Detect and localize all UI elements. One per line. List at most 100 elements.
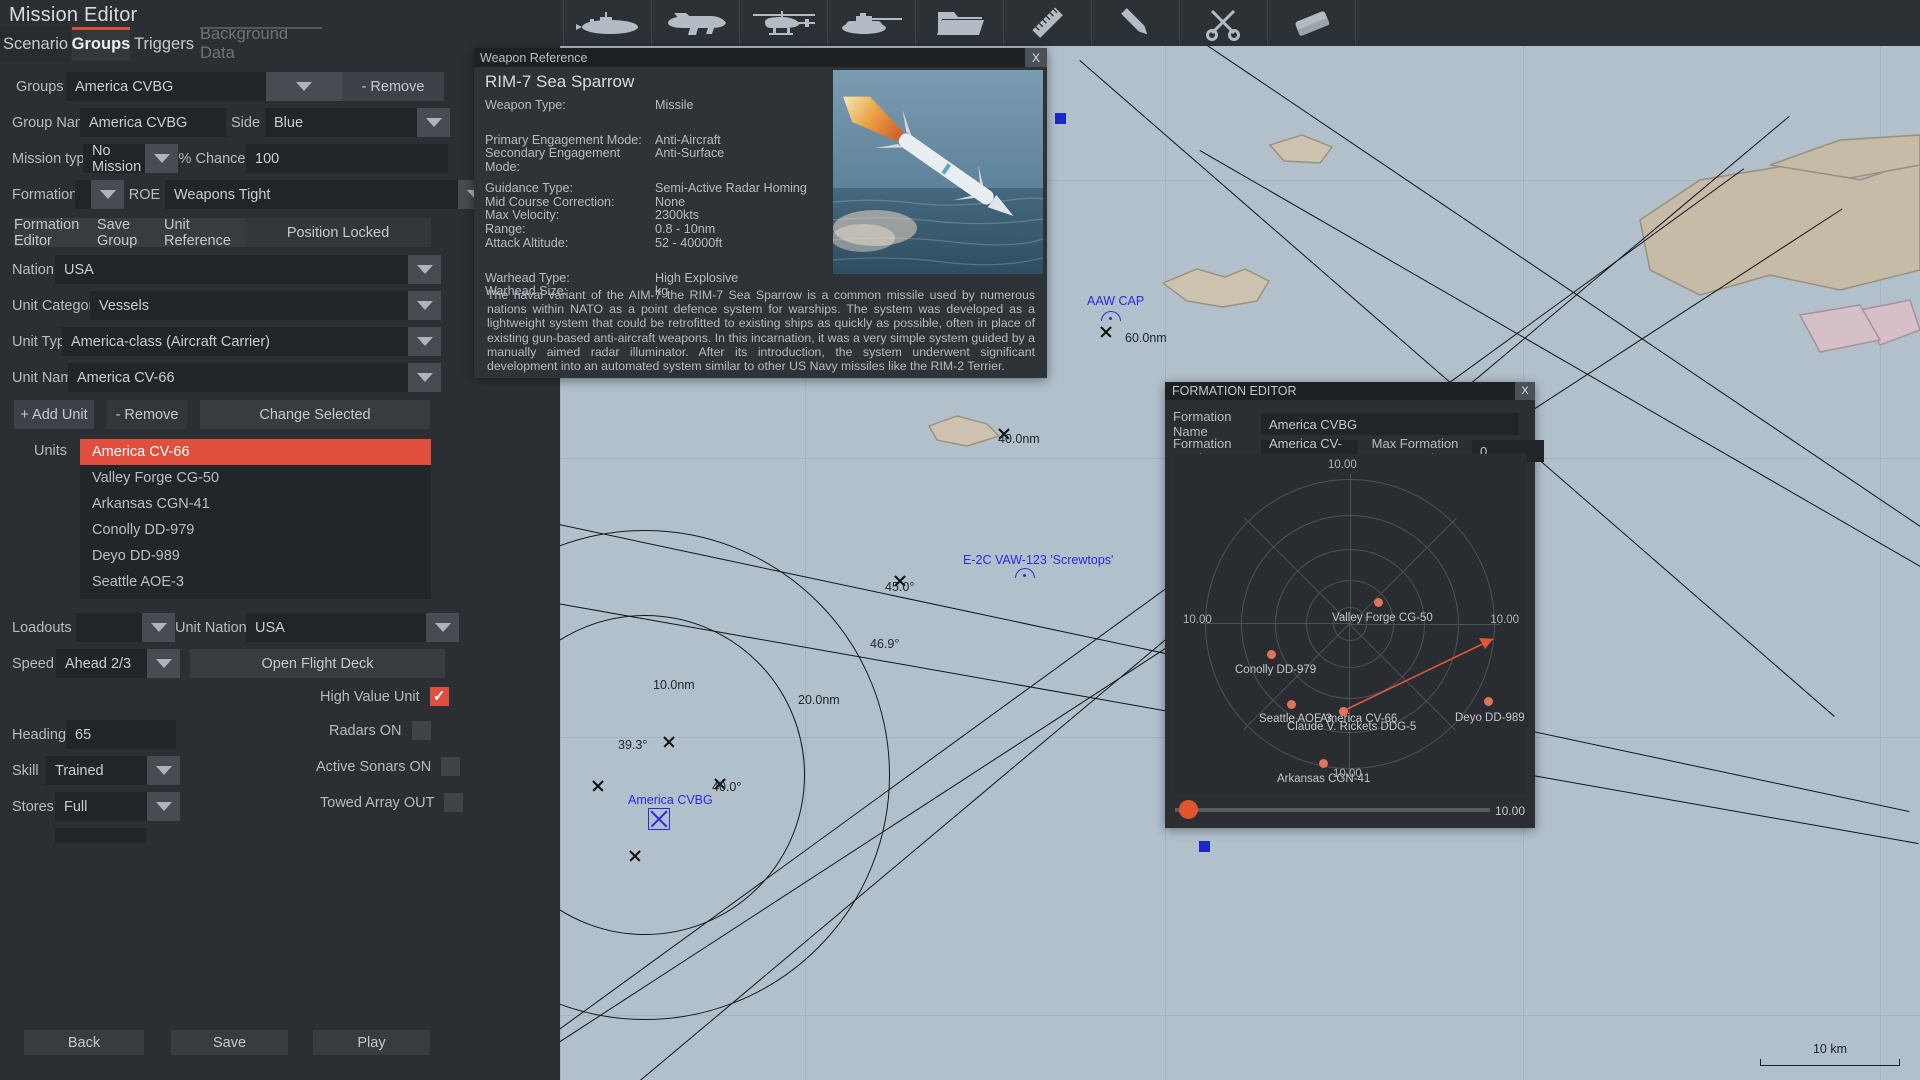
formation-dropdown-button[interactable] [91, 180, 124, 209]
waypoint-marker[interactable] [662, 735, 676, 749]
active-sonars-checkbox[interactable] [441, 757, 461, 776]
remove-group-button[interactable]: - Remove [342, 72, 444, 101]
side-dropdown-button[interactable] [417, 108, 450, 137]
scissors-icon[interactable] [1180, 0, 1268, 46]
weapon-spec-key: Secondary Engagement Mode: [485, 146, 621, 175]
unit-nation-dropdown-button[interactable] [426, 613, 459, 642]
formation-unit-dot[interactable] [1373, 597, 1383, 607]
weapon-spec-table: Weapon Type: Missile Primary Engagement Mo… [485, 98, 807, 298]
list-item[interactable]: America CV-66 [80, 439, 431, 465]
formation-name-input[interactable]: America CVBG [1261, 413, 1519, 435]
awacs-marker[interactable] [1015, 568, 1035, 578]
unit-category-dropdown-button[interactable] [408, 291, 441, 320]
formation-unit-dot[interactable] [1483, 696, 1493, 706]
list-item[interactable]: Deyo DD-989 [80, 543, 431, 569]
formation-unit-dot[interactable] [1286, 699, 1296, 709]
add-unit-button[interactable]: + Add Unit [14, 400, 94, 429]
heading-input[interactable]: 65 [66, 720, 176, 749]
map-label: 10.0nm [653, 678, 695, 692]
waypoint-marker[interactable] [591, 779, 605, 793]
units-list[interactable]: America CV-66 Valley Forge CG-50 Arkansas … [80, 439, 431, 599]
submarine-icon[interactable] [564, 0, 652, 46]
formation-zoom-slider-knob[interactable] [1179, 800, 1198, 819]
blue-unit-marker[interactable] [1199, 841, 1210, 852]
unit-type-select-value[interactable]: America-class (Aircraft Carrier) [62, 327, 408, 356]
cvbg-unit-marker[interactable] [648, 808, 670, 830]
close-icon[interactable]: X [1515, 382, 1535, 400]
towed-array-checkbox[interactable] [444, 793, 464, 812]
groups-dropdown-button[interactable] [266, 72, 342, 101]
list-item[interactable]: Conolly DD-979 [80, 517, 431, 543]
waypoint-marker[interactable] [1099, 325, 1113, 339]
blue-unit-marker[interactable] [1055, 113, 1066, 124]
play-button[interactable]: Play [313, 1030, 430, 1055]
unit-name-dropdown-button[interactable] [408, 363, 441, 392]
formation-unit-dot[interactable] [1266, 649, 1276, 659]
map-label: E-2C VAW-123 'Screwtops' [963, 553, 1114, 567]
unit-nation-select-value[interactable]: USA [246, 613, 426, 642]
group-name-input[interactable]: America CVBG [80, 108, 226, 137]
list-item[interactable]: Valley Forge CG-50 [80, 465, 431, 491]
list-item[interactable]: Seattle AOE-3 [80, 569, 431, 595]
aaw-cap-marker[interactable] [1101, 311, 1121, 321]
tab-groups[interactable]: Groups [72, 27, 130, 61]
tab-background-data[interactable]: Background Data [200, 25, 322, 62]
pen-icon[interactable] [1092, 0, 1180, 46]
back-button[interactable]: Back [24, 1030, 144, 1055]
save-button[interactable]: Save [171, 1030, 288, 1055]
tab-triggers[interactable]: Triggers [131, 27, 197, 61]
skill-dropdown-button[interactable] [147, 756, 180, 785]
nation-row: Nation USA [12, 255, 441, 284]
loadouts-dropdown-button[interactable] [142, 613, 175, 642]
mission-type-select-value[interactable]: No Mission [83, 143, 145, 175]
formation-unit-dot[interactable] [1338, 706, 1348, 716]
unit-reference-button[interactable]: Unit Reference [164, 217, 245, 249]
close-icon[interactable]: X [1025, 48, 1047, 67]
list-item[interactable]: Claude V. Rickets DDG-5 [80, 595, 431, 599]
eraser-icon[interactable] [1268, 0, 1356, 46]
formation-editor-button[interactable]: Formation Editor [14, 217, 97, 249]
side-select-value[interactable]: Blue [265, 108, 417, 137]
stores-dropdown-button[interactable] [147, 792, 180, 821]
stores-select-value[interactable]: Full [55, 792, 147, 821]
open-flight-deck-button[interactable]: Open Flight Deck [190, 649, 445, 678]
unit-name-input[interactable]: America CV-66 [68, 363, 408, 392]
tank-icon[interactable] [828, 0, 916, 46]
loadouts-select-value[interactable] [76, 613, 142, 642]
tab-scenario-label: Scenario [2, 34, 69, 53]
radars-on-checkbox[interactable] [411, 721, 431, 740]
speed-dropdown-button[interactable] [147, 649, 180, 678]
formation-radar-plot[interactable]: Valley Forge CG-50 Conolly DD-979 Seattle … [1173, 454, 1527, 794]
nation-select-value[interactable]: USA [55, 255, 408, 284]
groups-select-value[interactable]: America CVBG [66, 72, 266, 101]
radar-tick-right: 10.00 [1490, 614, 1519, 626]
chance-input[interactable]: 100 [246, 144, 448, 173]
list-item[interactable]: Arkansas CGN-41 [80, 491, 431, 517]
position-locked-button[interactable]: Position Locked [245, 218, 431, 247]
speed-select-value[interactable]: Ahead 2/3 [56, 649, 147, 678]
nation-dropdown-button[interactable] [408, 255, 441, 284]
formation-unit-dot[interactable] [1318, 758, 1328, 768]
remove-unit-button[interactable]: - Remove [107, 400, 187, 429]
unit-type-dropdown-button[interactable] [408, 327, 441, 356]
helicopter-icon[interactable] [740, 0, 828, 46]
change-selected-button[interactable]: Change Selected [200, 400, 430, 429]
formation-zoom-slider-track[interactable] [1175, 808, 1490, 812]
weapon-reference-titlebar[interactable]: Weapon Reference X [474, 48, 1047, 67]
save-group-button[interactable]: Save Group [97, 217, 164, 249]
ruler-icon[interactable] [1004, 0, 1092, 46]
aircraft-icon[interactable] [652, 0, 740, 46]
skill-select-value[interactable]: Trained [46, 756, 147, 785]
roe-select-value[interactable]: Weapons Tight [165, 180, 458, 209]
folder-icon[interactable] [916, 0, 1004, 46]
high-value-unit-checkbox[interactable] [429, 687, 449, 706]
waypoint-marker[interactable] [628, 849, 642, 863]
formation-editor-titlebar[interactable]: FORMATION EDITOR X [1165, 382, 1535, 400]
formation-select-value[interactable] [75, 180, 91, 209]
speed-row: Speed Ahead 2/3 Open Flight Deck [12, 649, 445, 678]
tab-scenario[interactable]: Scenario [0, 27, 71, 61]
unit-category-select-value[interactable]: Vessels [90, 291, 408, 320]
partial-field[interactable] [55, 828, 146, 843]
map-scale-bar: 10 km [1760, 1042, 1900, 1066]
mission-type-dropdown-button[interactable] [145, 144, 178, 173]
